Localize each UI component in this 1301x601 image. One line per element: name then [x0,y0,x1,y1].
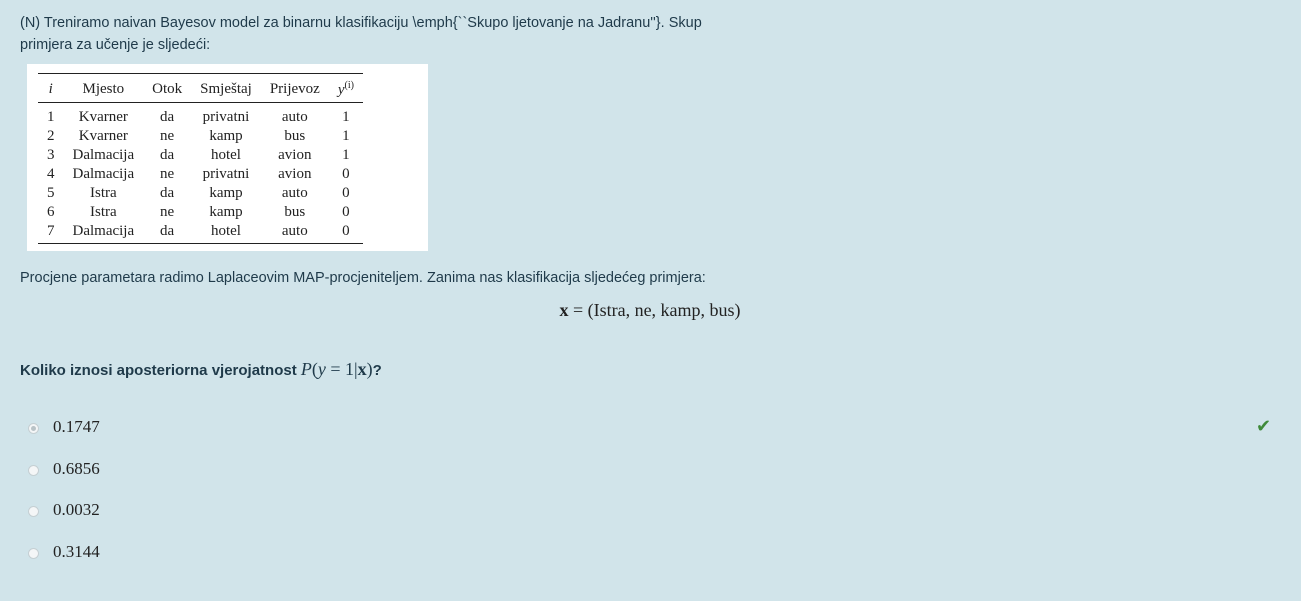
question-intro: (N) Treniramo naivan Bayesov model za bi… [20,15,702,53]
table-row: 2 Kvarner ne kamp bus 1 [38,127,363,146]
header-y-superscript: (i) [344,80,354,91]
cell: auto [281,223,308,239]
cell: 0 [342,204,350,220]
cell: da [160,147,175,163]
answer-option[interactable]: 0.1747 ✔ [20,416,1280,462]
cell: da [160,185,175,201]
cell: 1 [342,128,350,144]
question-content: (N) Treniramo naivan Bayesov model za bi… [20,12,1280,586]
cell: Kvarner [78,128,128,144]
table-row: 1 Kvarner da privatni auto 1 [38,103,363,128]
cell: 7 [47,223,55,239]
radio-button[interactable] [28,506,39,517]
cell: auto [281,109,308,125]
cell: 5 [47,185,55,201]
header-mjesto: Mjesto [82,81,125,97]
answer-option[interactable]: 0.6856 [20,458,1280,504]
cell: da [160,223,175,239]
training-table: i Mjesto Otok Smještaj Prijevoz y(i) 1 K… [38,73,363,244]
cell: privatni [202,109,250,125]
question-suffix: ? [372,362,382,379]
cell: Istra [89,204,117,220]
cell: privatni [202,166,250,182]
cell: bus [284,204,306,220]
cell: Dalmacija [72,166,135,182]
cell: kamp [209,128,243,144]
cell: Dalmacija [72,223,135,239]
answer-option[interactable]: 0.3144 [20,541,1280,587]
math-y: y [317,359,326,379]
answer-option[interactable]: 0.0032 [20,500,1280,545]
answer-label: 0.6856 [53,458,100,478]
cell: avion [278,166,312,182]
math-p: P [300,359,312,379]
cell: avion [278,147,312,163]
radio-button[interactable] [28,464,39,476]
cell: 0 [342,223,350,239]
cell: Istra [89,185,117,201]
cell: 6 [47,204,55,220]
example-formula: x = (Istra, ne, kamp, bus) [20,300,1280,321]
cell: ne [160,166,175,182]
cell: auto [281,185,308,201]
cell: ne [160,204,175,220]
answer-options: 0.1747 ✔ 0.6856 0.0032 0.3144 [20,416,1280,587]
cell: 0 [342,185,350,201]
radio-button[interactable] [28,547,39,559]
check-icon: ✔ [1256,416,1272,436]
question-prefix: Koliko iznosi aposteriorna vjerojatnost [20,362,297,379]
table-row: 3 Dalmacija da hotel avion 1 [38,146,363,165]
header-otok: Otok [152,81,183,97]
cell: 1 [47,109,55,125]
header-i: i [48,81,53,97]
radio-button-selected[interactable] [28,423,39,434]
formula-rhs: = (Istra, ne, kamp, bus) [572,300,741,320]
answer-label: 0.0032 [53,500,100,519]
question-text: Koliko iznosi aposteriorna vjerojatnost … [20,359,1280,380]
question-math: P(y = 1|x) [301,359,373,379]
cell: hotel [210,223,241,239]
cell: 1 [342,147,350,163]
cell: bus [284,128,306,144]
table-row: 7 Dalmacija da hotel auto 0 [38,222,363,244]
cell: 3 [47,147,55,163]
cell: 0 [342,166,350,182]
training-table-image: i Mjesto Otok Smještaj Prijevoz y(i) 1 K… [27,64,428,251]
cell: hotel [210,147,241,163]
table-row: 6 Istra ne kamp bus 0 [38,203,363,222]
answer-label: 0.3144 [53,541,100,561]
cell: da [160,109,175,125]
math-mid: = 1| [325,359,358,379]
cell: kamp [209,185,243,201]
cell: 2 [47,128,55,144]
answer-label: 0.1747 [53,417,100,436]
procedure-text: Procjene parametara radimo Laplaceovim M… [20,270,706,286]
cell: 1 [342,109,350,125]
header-smjestaj: Smještaj [200,81,252,97]
cell: 4 [47,166,55,182]
table-row: 4 Dalmacija ne privatni avion 0 [38,165,363,184]
table-row: 5 Istra da kamp auto 0 [38,184,363,203]
math-x: x [357,359,367,379]
cell: Kvarner [78,109,128,125]
formula-variable: x [559,300,569,320]
table-header-row: i Mjesto Otok Smještaj Prijevoz y(i) [38,73,363,103]
cell: ne [160,128,175,144]
cell: kamp [209,204,243,220]
header-prijevoz: Prijevoz [269,81,320,97]
header-y: y(i) [329,74,363,103]
cell: Dalmacija [72,147,135,163]
